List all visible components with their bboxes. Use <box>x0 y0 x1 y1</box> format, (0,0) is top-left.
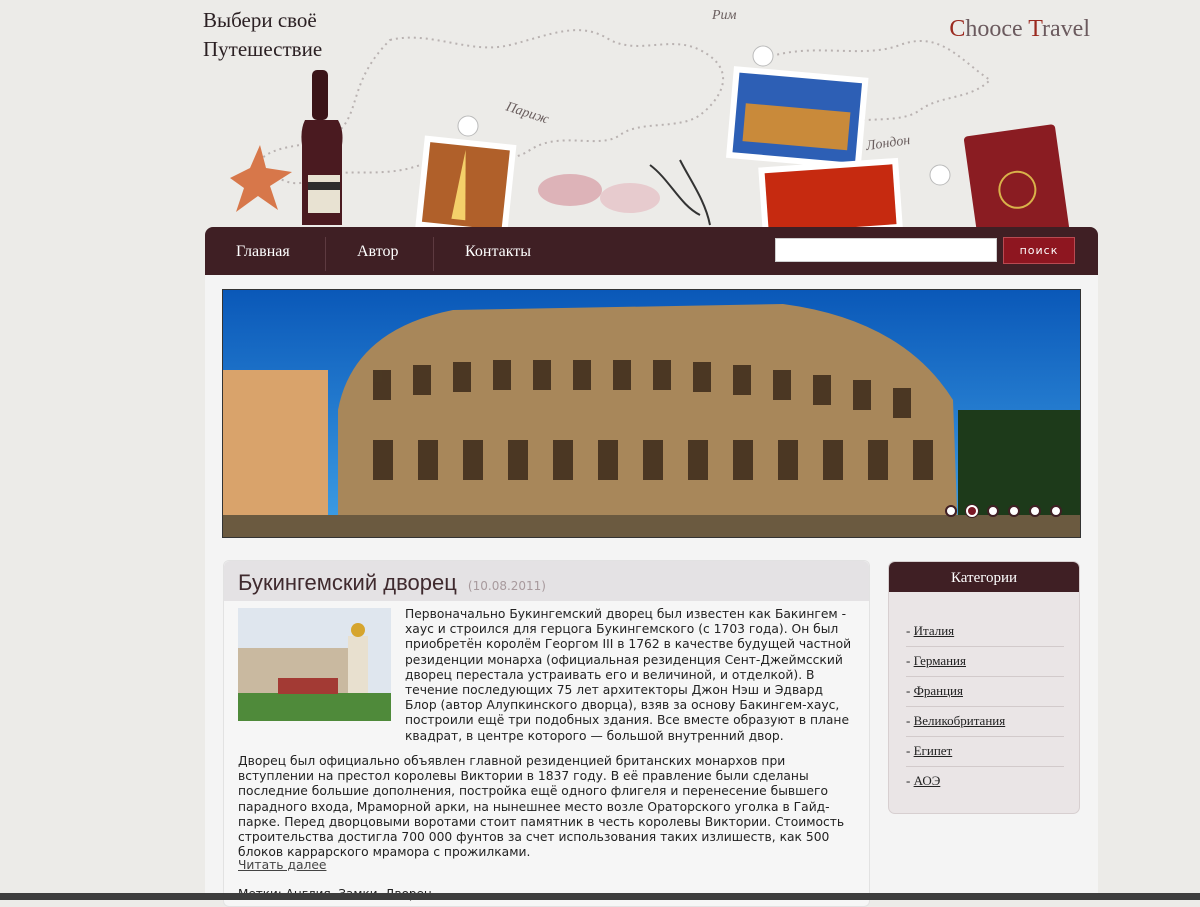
wine-bottle-image <box>301 70 343 225</box>
category-item: - Великобритания <box>906 707 1064 737</box>
category-item: - АОЭ <box>906 773 941 788</box>
nav-item-contacts[interactable]: Контакты <box>465 227 531 275</box>
image-slider[interactable] <box>222 289 1081 538</box>
slider-pagination <box>945 505 1062 517</box>
pin-icon <box>929 164 951 186</box>
main-navbar: Главная Автор Контакты поиск <box>205 227 1098 275</box>
photo-paris <box>415 135 517 230</box>
slider-dot-2[interactable] <box>966 505 978 517</box>
categories-sidebar: Категории - Италия - Германия - Франция … <box>888 561 1080 814</box>
category-link-uae[interactable]: АОЭ <box>914 773 941 788</box>
slider-dot-1[interactable] <box>945 505 957 517</box>
photo-rome <box>725 66 869 170</box>
slide-colosseum-image <box>223 290 1080 537</box>
category-item: - Франция <box>906 677 1064 707</box>
search-button[interactable]: поиск <box>1003 237 1075 264</box>
category-link-great-britain[interactable]: Великобритания <box>914 713 1006 728</box>
category-item: - Египет <box>906 737 1064 767</box>
article-date: (10.08.2011) <box>467 579 546 593</box>
photo-london <box>758 157 903 230</box>
nav-divider <box>325 237 326 271</box>
pin-icon <box>457 115 479 137</box>
nav-divider <box>433 237 434 271</box>
passport-image <box>963 124 1070 230</box>
pin-icon <box>752 45 774 67</box>
article-thumbnail-image <box>238 608 391 721</box>
search-input[interactable] <box>775 238 997 262</box>
article-card: Букингемский дворец (10.08.2011) Первона… <box>223 560 870 907</box>
city-label-rome: Рим <box>712 8 737 23</box>
article-intro-text: Первоначально Букингемский дворец был из… <box>405 607 852 743</box>
slider-dot-5[interactable] <box>1029 505 1041 517</box>
article-header: Букингемский дворец (10.08.2011) <box>224 561 869 601</box>
category-link-france[interactable]: Франция <box>914 683 963 698</box>
nav-item-home[interactable]: Главная <box>236 227 290 275</box>
slider-dot-3[interactable] <box>987 505 999 517</box>
category-link-egypt[interactable]: Египет <box>914 743 953 758</box>
category-item: - Италия <box>906 617 1064 647</box>
sunglasses-image <box>538 174 660 213</box>
read-more-link[interactable]: Читать далее <box>238 858 326 872</box>
article-body-text: Дворец был официально объявлен главной р… <box>238 754 845 860</box>
nav-item-author[interactable]: Автор <box>357 227 399 275</box>
slider-dot-6[interactable] <box>1050 505 1062 517</box>
category-item: - Германия <box>906 647 1064 677</box>
header-travel-illustration <box>230 29 1070 230</box>
category-list: - Италия - Германия - Франция - Великобр… <box>906 617 1064 796</box>
starfish-image <box>230 145 292 212</box>
category-link-germany[interactable]: Германия <box>914 653 966 668</box>
article-title[interactable]: Букингемский дворец <box>238 570 457 595</box>
window-bottom-bar <box>0 893 1200 900</box>
sidebar-title: Категории <box>889 562 1079 592</box>
earphones-image <box>649 159 711 226</box>
slider-dot-4[interactable] <box>1008 505 1020 517</box>
category-link-italy[interactable]: Италия <box>914 623 955 638</box>
